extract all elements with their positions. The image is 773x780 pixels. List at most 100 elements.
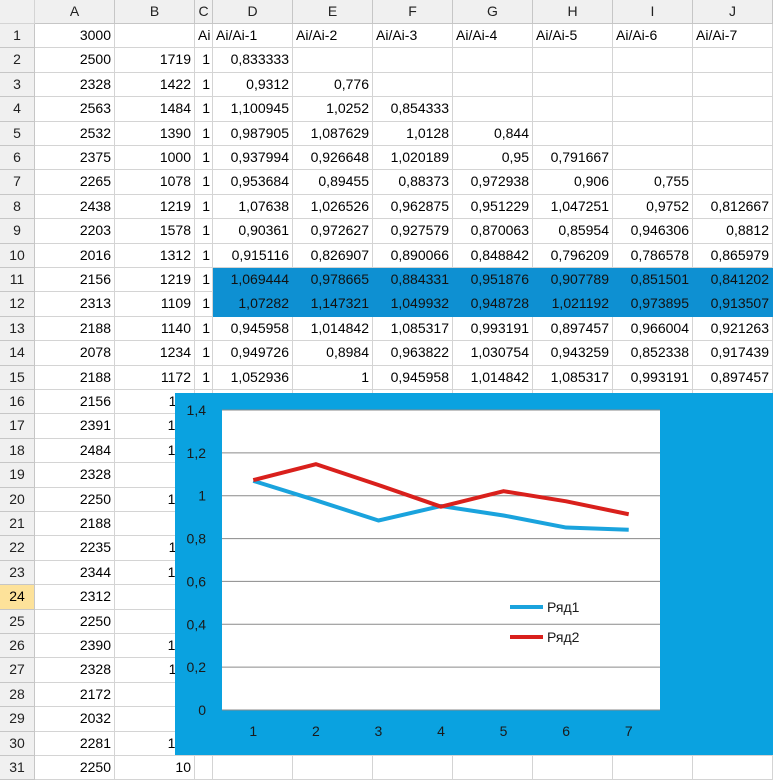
table-cell[interactable]: 1422: [115, 73, 195, 97]
table-cell[interactable]: 0,841202: [693, 268, 773, 292]
column-header[interactable]: H: [533, 0, 613, 24]
table-cell[interactable]: 0,833333: [213, 48, 293, 73]
table-cell[interactable]: 0,951876: [453, 268, 533, 292]
table-cell[interactable]: 1,030754: [453, 341, 533, 366]
table-cell[interactable]: [613, 73, 693, 97]
table-cell[interactable]: 0,978665: [293, 268, 373, 292]
column-header[interactable]: J: [693, 0, 773, 24]
table-cell[interactable]: 0,937994: [213, 146, 293, 170]
table-cell[interactable]: 0,865979: [693, 244, 773, 268]
table-cell[interactable]: [373, 48, 453, 73]
table-cell[interactable]: [293, 48, 373, 73]
table-cell[interactable]: Ai/Ai-1: [213, 24, 293, 48]
table-cell[interactable]: 0,890066: [373, 244, 453, 268]
table-cell[interactable]: 0,755: [613, 170, 693, 195]
table-cell[interactable]: 1172: [115, 366, 195, 390]
table-cell[interactable]: 2328: [35, 463, 115, 488]
table-cell[interactable]: 0,966004: [613, 317, 693, 341]
table-cell[interactable]: 0,921263: [693, 317, 773, 341]
table-cell[interactable]: 0,946306: [613, 219, 693, 244]
table-cell[interactable]: 0,897457: [693, 366, 773, 390]
table-cell[interactable]: 1,085317: [533, 366, 613, 390]
table-cell[interactable]: 1: [195, 195, 213, 219]
table-cell[interactable]: 2563: [35, 97, 115, 122]
table-cell[interactable]: 1: [195, 219, 213, 244]
table-cell[interactable]: 1578: [115, 219, 195, 244]
row-header[interactable]: 15: [0, 366, 35, 390]
table-cell[interactable]: 1312: [115, 244, 195, 268]
column-header[interactable]: F: [373, 0, 453, 24]
table-cell[interactable]: 1: [195, 122, 213, 146]
column-header[interactable]: C: [195, 0, 213, 24]
table-cell[interactable]: 2016: [35, 244, 115, 268]
row-header[interactable]: 2: [0, 48, 35, 73]
column-header[interactable]: A: [35, 0, 115, 24]
row-header[interactable]: 18: [0, 439, 35, 463]
table-cell[interactable]: 1: [195, 268, 213, 292]
table-cell[interactable]: 1484: [115, 97, 195, 122]
table-cell[interactable]: 10: [115, 756, 195, 780]
table-cell[interactable]: [613, 146, 693, 170]
table-cell[interactable]: 0,973895: [613, 292, 693, 317]
table-cell[interactable]: 3000: [35, 24, 115, 48]
table-cell[interactable]: 2391: [35, 414, 115, 439]
table-cell[interactable]: 0,945958: [213, 317, 293, 341]
row-header[interactable]: 13: [0, 317, 35, 341]
table-cell[interactable]: [453, 73, 533, 97]
table-cell[interactable]: [533, 97, 613, 122]
table-cell[interactable]: 0,9752: [613, 195, 693, 219]
table-cell[interactable]: 0,851501: [613, 268, 693, 292]
table-cell[interactable]: 0,951229: [453, 195, 533, 219]
table-cell[interactable]: 2281: [35, 732, 115, 756]
table-cell[interactable]: 1,014842: [453, 366, 533, 390]
table-cell[interactable]: 0,906: [533, 170, 613, 195]
table-cell[interactable]: [293, 756, 373, 780]
table-cell[interactable]: 2188: [35, 512, 115, 536]
row-header[interactable]: 3: [0, 73, 35, 97]
row-header[interactable]: 6: [0, 146, 35, 170]
table-cell[interactable]: 1,026526: [293, 195, 373, 219]
table-cell[interactable]: 1: [293, 366, 373, 390]
table-cell[interactable]: 1: [195, 317, 213, 341]
table-cell[interactable]: 1: [195, 170, 213, 195]
table-cell[interactable]: Ai/Ai-5: [533, 24, 613, 48]
row-header[interactable]: 19: [0, 463, 35, 488]
table-cell[interactable]: 0,812667: [693, 195, 773, 219]
table-cell[interactable]: [533, 73, 613, 97]
table-cell[interactable]: 1,021192: [533, 292, 613, 317]
table-cell[interactable]: 2313: [35, 292, 115, 317]
table-cell[interactable]: 2484: [35, 439, 115, 463]
table-cell[interactable]: 1,147321: [293, 292, 373, 317]
row-header[interactable]: 31: [0, 756, 35, 780]
table-cell[interactable]: 2078: [35, 341, 115, 366]
plot-area[interactable]: [222, 410, 660, 710]
table-cell[interactable]: 1: [195, 292, 213, 317]
table-cell[interactable]: [533, 756, 613, 780]
table-cell[interactable]: Ai/Ai-4: [453, 24, 533, 48]
table-cell[interactable]: 1140: [115, 317, 195, 341]
table-cell[interactable]: 1719: [115, 48, 195, 73]
table-cell[interactable]: 0,848842: [453, 244, 533, 268]
table-cell[interactable]: 0,972938: [453, 170, 533, 195]
table-cell[interactable]: 0,844: [453, 122, 533, 146]
row-header[interactable]: 9: [0, 219, 35, 244]
row-header[interactable]: 30: [0, 732, 35, 756]
row-header[interactable]: 29: [0, 707, 35, 732]
table-cell[interactable]: 1109: [115, 292, 195, 317]
table-cell[interactable]: 0,993191: [453, 317, 533, 341]
table-cell[interactable]: 0,987905: [213, 122, 293, 146]
table-cell[interactable]: [613, 756, 693, 780]
column-header[interactable]: E: [293, 0, 373, 24]
table-cell[interactable]: 1000: [115, 146, 195, 170]
table-cell[interactable]: 1,07282: [213, 292, 293, 317]
table-cell[interactable]: 0,962875: [373, 195, 453, 219]
table-cell[interactable]: 0,8984: [293, 341, 373, 366]
table-cell[interactable]: 2250: [35, 488, 115, 512]
table-cell[interactable]: Ai/Ai-3: [373, 24, 453, 48]
table-cell[interactable]: 2032: [35, 707, 115, 732]
table-cell[interactable]: 0,85954: [533, 219, 613, 244]
table-cell[interactable]: 0,95: [453, 146, 533, 170]
table-cell[interactable]: 0,949726: [213, 341, 293, 366]
table-cell[interactable]: 0,907789: [533, 268, 613, 292]
line-chart[interactable]: 00,20,40,60,811,21,41234567Ряд1Ряд2: [175, 393, 773, 755]
